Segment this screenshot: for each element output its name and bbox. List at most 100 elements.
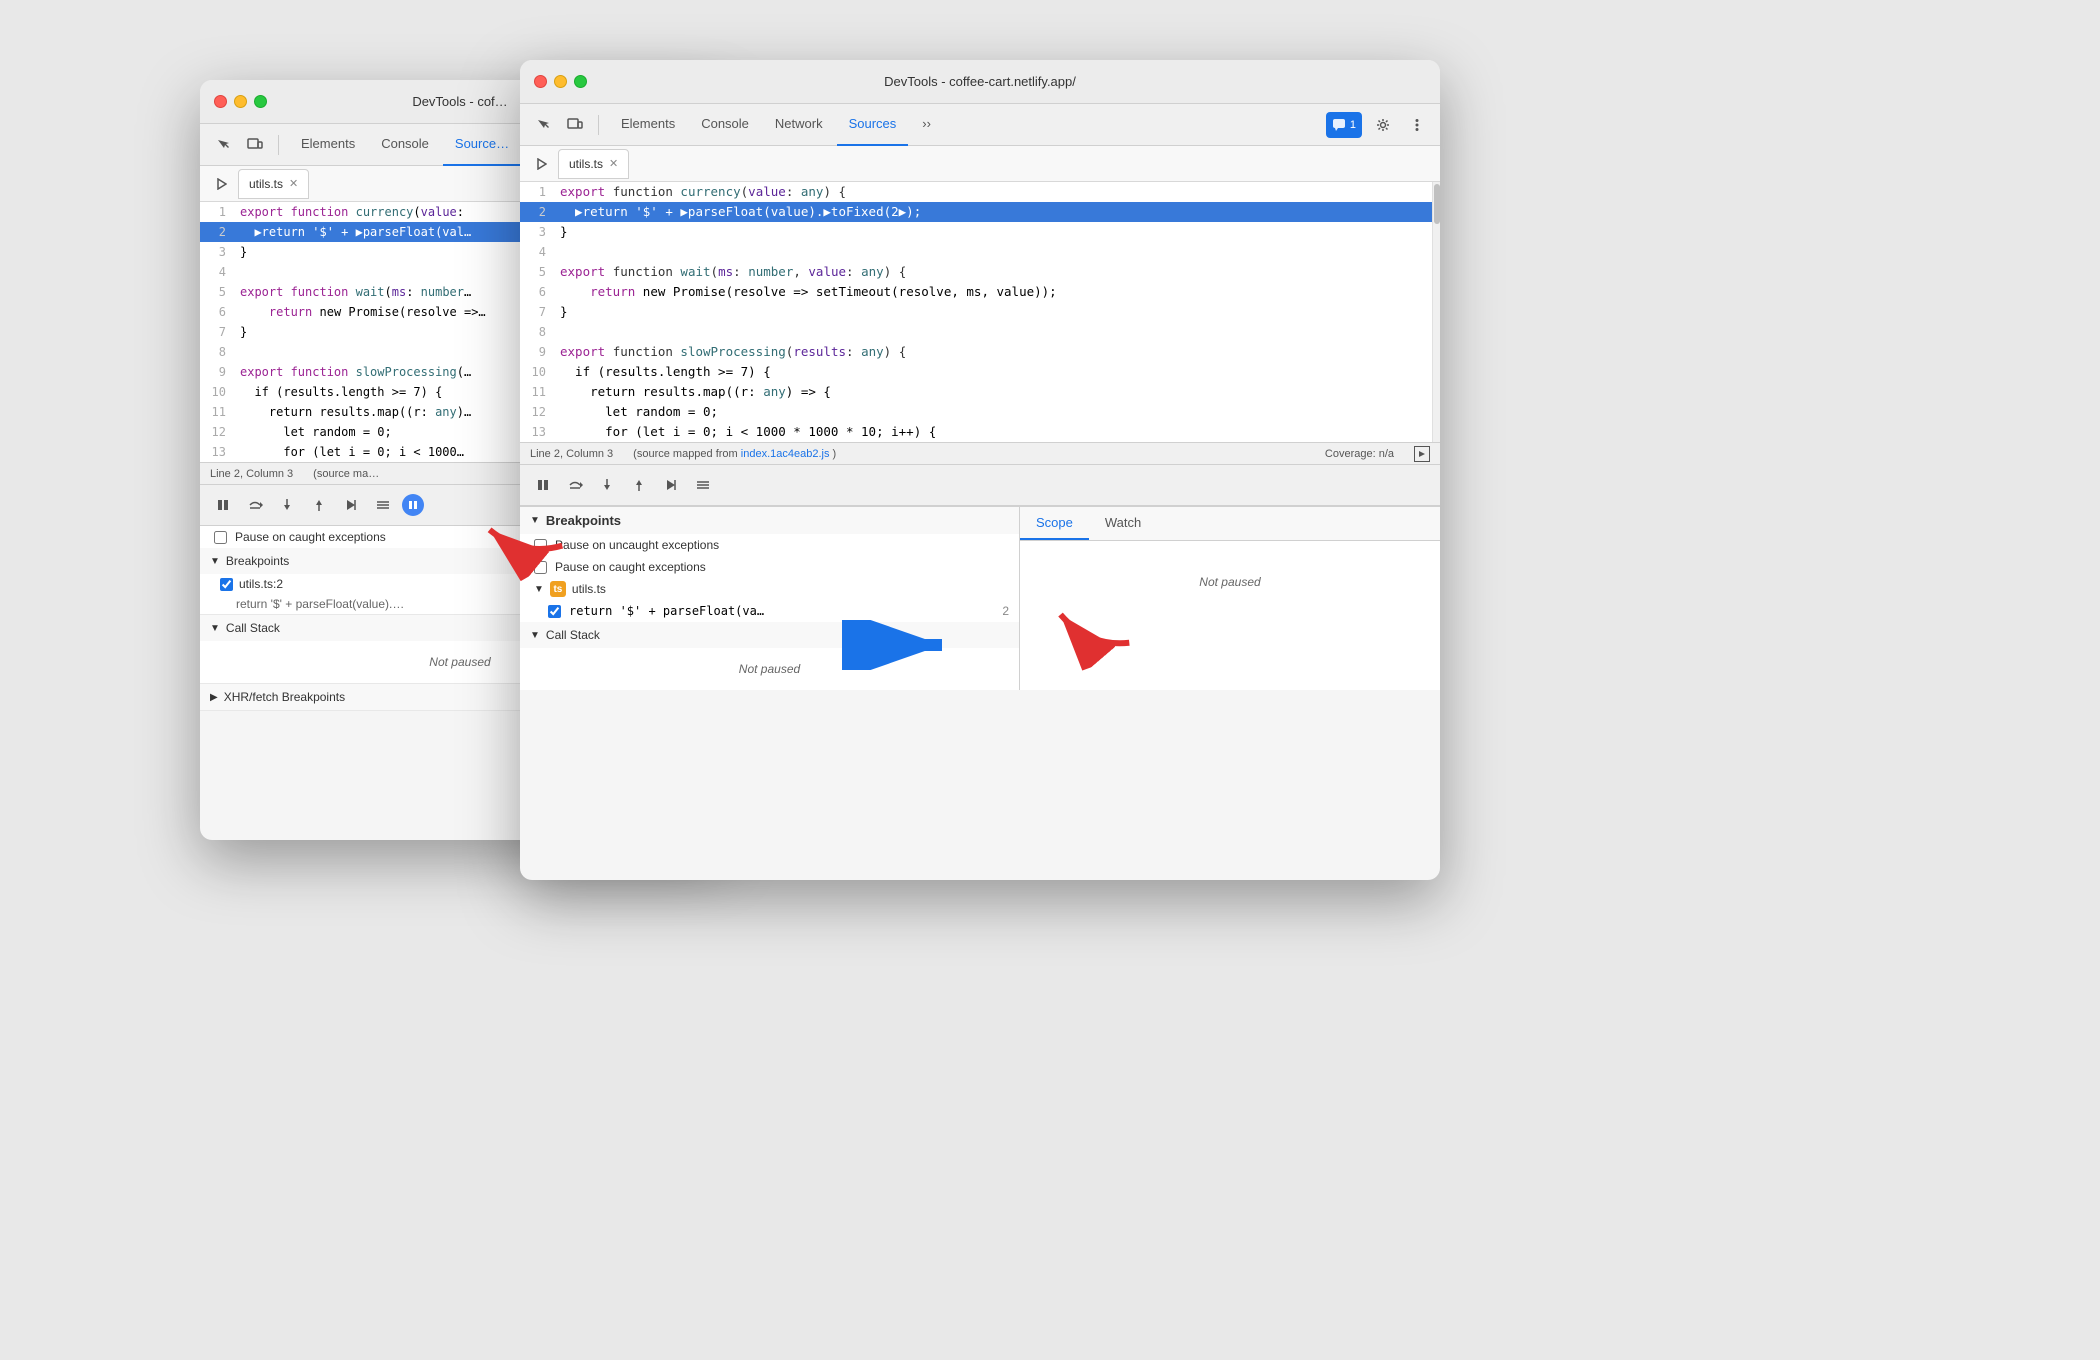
front-minimize-button[interactable] — [554, 75, 567, 88]
front-scope-panel: Scope Watch Not paused — [1020, 507, 1440, 690]
front-tab-console[interactable]: Console — [689, 104, 761, 146]
front-toolbar-right: 1 — [1326, 112, 1430, 138]
front-scrollbar[interactable] — [1432, 182, 1440, 442]
front-settings-icon[interactable] — [1370, 112, 1396, 138]
back-pause-caught-checkbox[interactable] — [214, 531, 227, 544]
front-pause-caught-label: Pause on caught exceptions — [555, 560, 706, 574]
back-continue-btn[interactable] — [338, 492, 364, 518]
front-line-10: 10 if (results.length >= 7) { — [520, 362, 1432, 382]
front-bp-file-icon: ts — [550, 581, 566, 597]
back-close-button[interactable] — [214, 95, 227, 108]
back-bp-utils-label: utils.ts:2 — [239, 577, 283, 591]
front-status-link[interactable]: index.1ac4eab2.js — [741, 448, 830, 460]
back-cs-triangle: ▼ — [210, 623, 220, 634]
front-step-into-btn[interactable] — [594, 472, 620, 498]
front-scrollbar-thumb[interactable] — [1434, 184, 1440, 224]
back-pause-blue-btn[interactable] — [402, 494, 424, 516]
front-breakpoints-panel: ▼ Breakpoints Pause on uncaught exceptio… — [520, 507, 1020, 690]
front-step-out-btn[interactable] — [626, 472, 652, 498]
front-bp-item-code: return '$' + parseFloat(va… — [569, 604, 994, 618]
front-line-6: 6 return new Promise(resolve => setTimeo… — [520, 282, 1432, 302]
back-step-out-btn[interactable] — [306, 492, 332, 518]
front-toolbar: Elements Console Network Sources ›› 1 — [520, 104, 1440, 146]
front-line-5: 5 export function wait(ms: number, value… — [520, 262, 1432, 282]
front-maximize-button[interactable] — [574, 75, 587, 88]
front-continue-btn[interactable] — [658, 472, 684, 498]
front-code-section: 1 export function currency(value: any) {… — [520, 182, 1440, 442]
front-scope-tab[interactable]: Scope — [1020, 507, 1089, 540]
front-tab-network[interactable]: Network — [763, 104, 835, 146]
front-toolbar-sep — [598, 115, 599, 135]
front-file-tab-utils[interactable]: utils.ts ✕ — [558, 149, 629, 179]
back-xhr-header-label: XHR/fetch Breakpoints — [224, 690, 345, 704]
front-play-icon[interactable] — [528, 151, 554, 177]
front-scope-watch-tabs: Scope Watch — [1020, 507, 1440, 541]
back-bp-utils-checkbox[interactable] — [220, 578, 233, 591]
front-file-tab-bar: utils.ts ✕ — [520, 146, 1440, 182]
front-coverage-icon[interactable] — [1414, 446, 1430, 462]
back-file-tab-close[interactable]: ✕ — [289, 177, 298, 190]
front-line-13: 13 for (let i = 0; i < 1000 * 1000 * 10;… — [520, 422, 1432, 442]
front-deactivate-btn[interactable] — [690, 472, 716, 498]
front-line-7: 7 } — [520, 302, 1432, 322]
front-bp-item-checkbox[interactable] — [548, 605, 561, 618]
back-traffic-lights — [214, 95, 267, 108]
back-maximize-button[interactable] — [254, 95, 267, 108]
front-pause-caught-checkbox[interactable] — [534, 561, 547, 574]
front-status-position: Line 2, Column 3 — [530, 448, 613, 460]
back-pause-btn[interactable] — [210, 492, 236, 518]
front-devtools-window: DevTools - coffee-cart.netlify.app/ Elem… — [520, 60, 1440, 880]
front-traffic-lights — [534, 75, 587, 88]
back-cs-header-label: Call Stack — [226, 621, 280, 635]
back-cursor-icon[interactable] — [210, 132, 236, 158]
back-pause-caught-label: Pause on caught exceptions — [235, 530, 386, 544]
front-bp-header-label: Breakpoints — [546, 513, 621, 528]
front-pause-uncaught-checkbox[interactable] — [534, 539, 547, 552]
front-status-bar: Line 2, Column 3 (source mapped from ind… — [520, 442, 1440, 464]
front-tabs: Elements Console Network Sources ›› — [609, 104, 943, 146]
front-more-icon[interactable] — [1404, 112, 1430, 138]
front-close-button[interactable] — [534, 75, 547, 88]
back-bp-triangle: ▼ — [210, 556, 220, 567]
front-bp-file-triangle: ▼ — [534, 584, 544, 595]
front-file-tab-close[interactable]: ✕ — [609, 157, 618, 170]
front-cs-header-label: Call Stack — [546, 628, 600, 642]
back-tab-sources[interactable]: Source… — [443, 124, 521, 166]
front-tab-sources[interactable]: Sources — [837, 104, 909, 146]
front-pause-btn[interactable] — [530, 472, 556, 498]
front-bp-section-header[interactable]: ▼ Breakpoints — [520, 507, 1019, 534]
back-minimize-button[interactable] — [234, 95, 247, 108]
front-bp-item-row: return '$' + parseFloat(va… 2 — [520, 600, 1019, 622]
back-deactivate-btn[interactable] — [370, 492, 396, 518]
front-line-12: 12 let random = 0; — [520, 402, 1432, 422]
front-bp-file-header: ▼ ts utils.ts — [520, 578, 1019, 600]
front-title-bar: DevTools - coffee-cart.netlify.app/ — [520, 60, 1440, 104]
front-cs-triangle: ▼ — [530, 630, 540, 641]
front-chat-btn[interactable]: 1 — [1326, 112, 1362, 138]
front-tab-more[interactable]: ›› — [910, 104, 943, 146]
back-file-tab-name: utils.ts — [249, 177, 283, 191]
front-bp-file-name: utils.ts — [572, 582, 606, 596]
front-status-right: (source mapped from index.1ac4eab2.js ) — [633, 448, 836, 460]
back-play-icon[interactable] — [208, 171, 234, 197]
front-watch-tab[interactable]: Watch — [1089, 507, 1157, 540]
front-line-8: 8 — [520, 322, 1432, 342]
front-window-title: DevTools - coffee-cart.netlify.app/ — [884, 74, 1076, 89]
front-line-1: 1 export function currency(value: any) { — [520, 182, 1432, 202]
back-step-over-btn[interactable] — [242, 492, 268, 518]
front-step-over-btn[interactable] — [562, 472, 588, 498]
back-tab-console[interactable]: Console — [369, 124, 441, 166]
back-step-into-btn[interactable] — [274, 492, 300, 518]
back-status-right: (source ma… — [313, 468, 379, 480]
front-code-editor[interactable]: 1 export function currency(value: any) {… — [520, 182, 1432, 442]
back-file-tab-utils[interactable]: utils.ts ✕ — [238, 169, 309, 199]
back-tab-elements[interactable]: Elements — [289, 124, 367, 166]
front-bp-item-line: 2 — [1002, 604, 1009, 618]
front-bp-triangle: ▼ — [530, 515, 540, 526]
front-cursor-icon[interactable] — [530, 112, 556, 138]
front-device-icon[interactable] — [562, 112, 588, 138]
back-device-icon[interactable] — [242, 132, 268, 158]
front-callstack-header[interactable]: ▼ Call Stack — [520, 622, 1019, 648]
front-bottom-split: ▼ Breakpoints Pause on uncaught exceptio… — [520, 506, 1440, 690]
front-tab-elements[interactable]: Elements — [609, 104, 687, 146]
